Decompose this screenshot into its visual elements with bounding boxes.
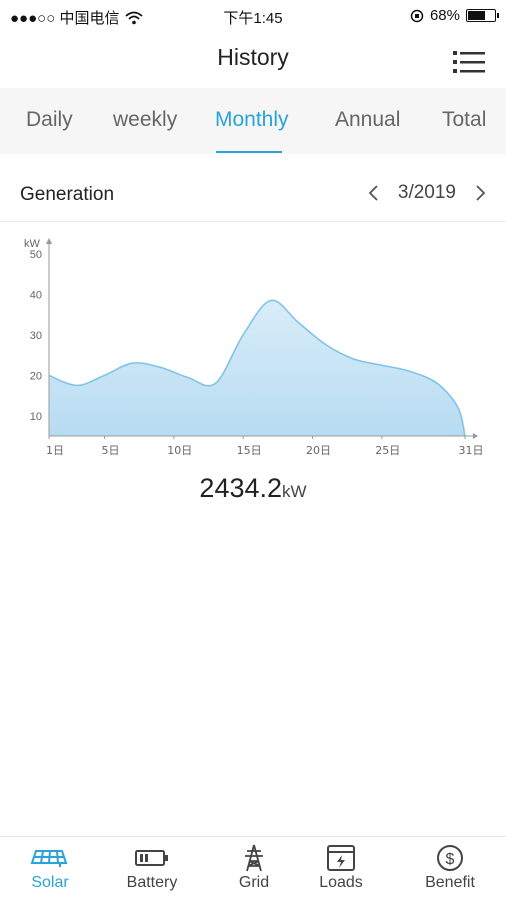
tab-annual[interactable]: Annual [335,108,400,132]
generation-chart: kW 50 40 30 20 10 1日 5日 10日 15日 20日 25日 31日 [0,232,506,462]
bottom-nav: Solar Battery Grid Loads $ Benefit [0,836,506,900]
period-tabs: Daily weekly Monthly Annual Total [0,88,506,154]
series-area-fill [49,300,465,436]
nav-label: Benefit [425,874,475,891]
tab-total[interactable]: Total [442,108,486,132]
loads-icon [327,845,355,871]
y-tick-label: 10 [30,411,42,423]
dollar-coin-icon: $ [437,845,463,871]
svg-text:$: $ [446,851,455,868]
y-tick-label: 40 [30,289,42,301]
status-bar: ●●●○○ 中国电信 下午1:45 68% [0,0,506,32]
period-label: 3/2019 [397,182,456,203]
x-tick-label: 31日 [459,444,484,457]
active-tab-indicator [216,151,282,153]
x-tick-label: 25日 [375,444,400,457]
x-tick-label: 5日 [101,444,119,457]
x-tick-label: 15日 [237,444,262,457]
nav-battery[interactable]: Battery [107,843,197,892]
tab-daily[interactable]: Daily [26,108,73,132]
list-menu-icon[interactable] [452,48,486,76]
y-tick-label: 50 [30,249,42,261]
x-tick-label: 20日 [306,444,331,457]
nav-loads[interactable]: Loads [296,843,386,892]
battery-status-icon [466,9,499,22]
battery-icon [135,850,168,866]
date-navigator: 3/2019 [364,182,490,204]
nav-benefit[interactable]: $ Benefit [405,843,495,892]
total-value: 2434.2 [199,473,283,503]
nav-label: Loads [319,874,363,891]
nav-bar: History [0,32,506,88]
chevron-right-icon[interactable] [470,182,490,204]
total-generation: 2434.2kW [0,473,506,504]
chart-svg: kW50403020101日 5日 10日 15日 20日 25日 31日 [24,238,484,457]
nav-label: Battery [126,874,178,891]
nav-solar[interactable]: Solar [5,843,95,892]
power-tower-icon [245,844,263,872]
chevron-left-icon[interactable] [364,182,384,204]
nav-label: Solar [31,874,69,891]
section-title: Generation [20,184,115,205]
x-tick-label: 10日 [167,444,192,457]
tab-monthly[interactable]: Monthly [215,108,289,132]
y-tick-label: 20 [30,370,42,382]
total-unit: kW [282,482,307,501]
section-header: Generation 3/2019 [0,170,506,222]
x-axis-arrow [473,433,478,439]
y-axis-arrow [46,238,52,244]
nav-label: Grid [238,874,270,891]
tab-weekly[interactable]: weekly [113,108,177,132]
x-tick-label: 1日 [46,444,64,457]
battery-percent: 68% [429,7,460,24]
page-title: History [217,44,289,70]
y-tick-label: 30 [30,330,42,342]
solar-panel-icon [30,850,68,867]
orientation-lock-icon [410,9,424,22]
nav-grid[interactable]: Grid [209,843,299,892]
